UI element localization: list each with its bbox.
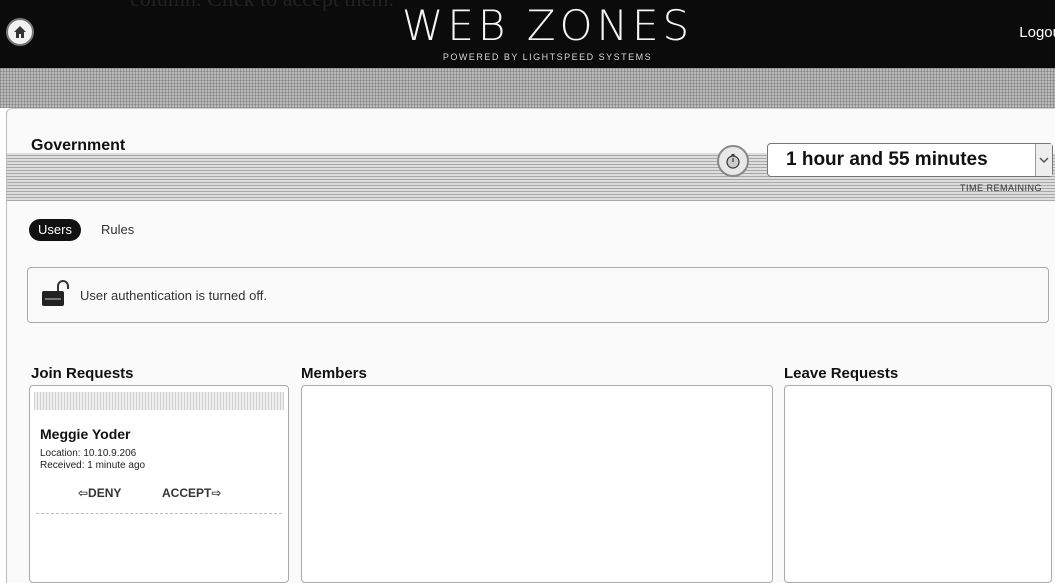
decorative-band: [0, 68, 1055, 108]
time-remaining-label: TIME REMAINING: [959, 183, 1042, 193]
time-remaining-select[interactable]: 1 hour and 55 minutes: [767, 143, 1053, 177]
members-title: Members: [301, 365, 367, 382]
main-panel: Government 1 hour and 55 minutes TIME RE…: [6, 108, 1055, 583]
leave-requests-column: [784, 385, 1052, 583]
leave-requests-title: Leave Requests: [784, 365, 899, 382]
deny-button[interactable]: ⇦DENY: [78, 486, 121, 500]
unlocked-lock-icon: [40, 280, 74, 313]
brand-title: WEB ZONES: [401, 1, 694, 50]
brand: WEB ZONES POWERED BY LIGHTSPEED SYSTEMS: [0, 1, 1055, 63]
accept-button[interactable]: ACCEPT⇨: [162, 486, 221, 500]
caption-text: column. Click to accept them.: [130, 0, 394, 11]
tab-rules[interactable]: Rules: [101, 222, 134, 237]
tab-users[interactable]: Users: [29, 219, 81, 241]
request-received: Received: 1 minute ago: [40, 460, 146, 471]
auth-notice-text: User authentication is turned off.: [80, 288, 267, 303]
request-location: Location: 10.10.9.206: [40, 448, 137, 459]
time-remaining-value: 1 hour and 55 minutes: [786, 149, 988, 170]
brand-subtitle: POWERED BY LIGHTSPEED SYSTEMS: [442, 52, 653, 62]
join-requests-title: Join Requests: [31, 365, 134, 382]
auth-notice: User authentication is turned off.: [27, 267, 1049, 323]
request-name: Meggie Yoder: [40, 426, 131, 442]
divider: [36, 513, 282, 514]
join-requests-toolbar: [34, 392, 284, 410]
stopwatch-icon[interactable]: [717, 145, 749, 177]
chevron-down-icon[interactable]: [1035, 144, 1052, 176]
members-column: [301, 385, 773, 583]
zone-name: Government: [31, 137, 126, 154]
logout-link[interactable]: Logou: [1019, 24, 1055, 41]
join-requests-column: Meggie Yoder Location: 10.10.9.206 Recei…: [29, 385, 289, 583]
